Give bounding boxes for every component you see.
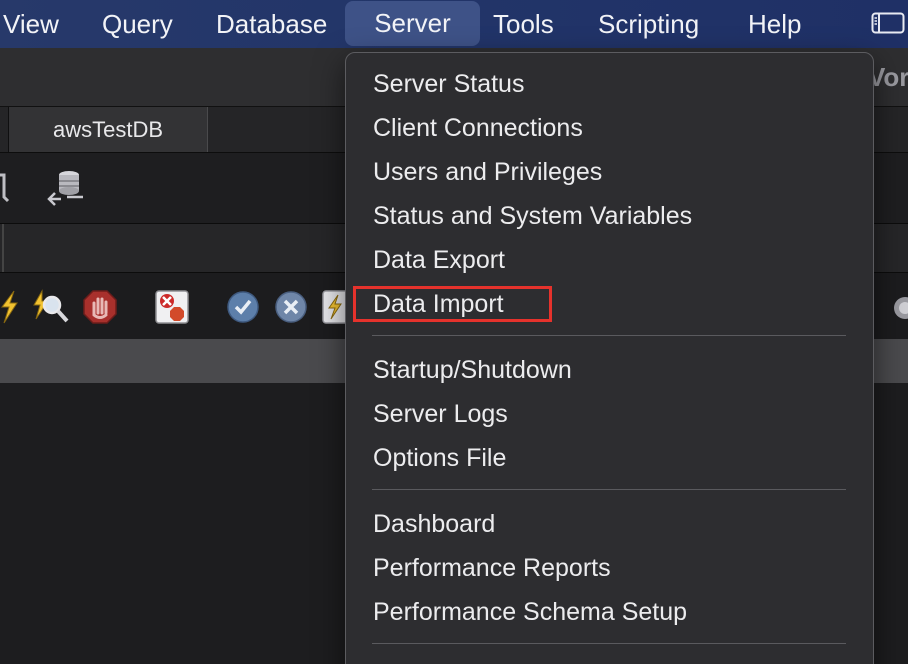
partial-toolbar-icon	[0, 173, 10, 203]
menu-query[interactable]: Query	[102, 0, 173, 48]
menu-help[interactable]: Help	[748, 0, 801, 48]
menu-item-data-export[interactable]: Data Export	[373, 240, 505, 280]
search-field-icon[interactable]	[892, 295, 908, 321]
menu-item-performance-reports[interactable]: Performance Reports	[373, 548, 611, 588]
database-connect-icon[interactable]	[45, 167, 87, 209]
toolbar-divider	[2, 224, 4, 272]
menu-item-client-connections[interactable]: Client Connections	[373, 108, 583, 148]
commit-check-icon[interactable]	[226, 290, 260, 324]
inspect-magnifier-icon[interactable]	[32, 289, 70, 325]
autocommit-icon[interactable]	[322, 289, 346, 325]
menu-separator	[372, 643, 846, 644]
menu-item-options-file[interactable]: Options File	[373, 438, 506, 478]
menu-item-performance-schema-setup[interactable]: Performance Schema Setup	[373, 592, 687, 632]
menu-server[interactable]: Server	[345, 1, 480, 46]
window-sidebar-icon[interactable]	[871, 11, 905, 35]
menu-scripting[interactable]: Scripting	[598, 0, 699, 48]
menu-view[interactable]: View	[3, 0, 59, 48]
tab-awstestdb[interactable]: awsTestDB	[8, 107, 208, 152]
rollback-x-icon[interactable]	[274, 290, 308, 324]
screen: View Query Database Server Tools Scripti…	[0, 0, 908, 664]
menu-item-server-status[interactable]: Server Status	[373, 64, 524, 104]
server-menu: Server Status Client Connections Users a…	[345, 52, 874, 664]
menu-item-status-and-system-variables[interactable]: Status and System Variables	[373, 196, 692, 236]
highlight-annotation-box	[353, 286, 552, 322]
menu-item-startup-shutdown[interactable]: Startup/Shutdown	[373, 350, 572, 390]
menu-separator	[372, 335, 846, 336]
window-title: Vork	[868, 62, 908, 92]
menu-item-users-and-privileges[interactable]: Users and Privileges	[373, 152, 602, 192]
menu-bar: View Query Database Server Tools Scripti…	[0, 0, 908, 48]
menu-item-server-logs[interactable]: Server Logs	[373, 394, 508, 434]
menu-separator	[372, 489, 846, 490]
execute-lightning-icon[interactable]	[0, 289, 18, 325]
menu-tools[interactable]: Tools	[493, 0, 554, 48]
stop-hand-icon[interactable]	[82, 289, 118, 325]
menu-database[interactable]: Database	[216, 0, 327, 48]
toggle-error-stop-icon[interactable]	[154, 289, 190, 325]
menu-item-dashboard[interactable]: Dashboard	[373, 504, 495, 544]
